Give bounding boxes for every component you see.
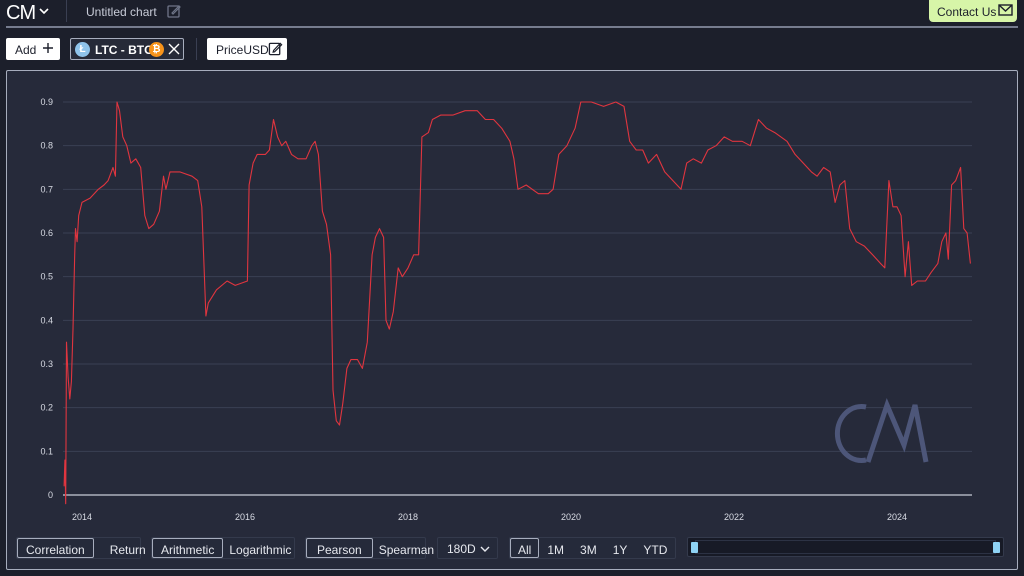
mode-return[interactable]: Return: [94, 538, 155, 558]
window-value: 180D: [447, 542, 476, 556]
y-tick-label: 0: [48, 490, 53, 500]
scale-toggle: Arithmetic Logarithmic: [151, 537, 295, 559]
y-tick-label: 0.7: [40, 184, 53, 194]
y-tick-label: 0.5: [40, 272, 53, 282]
method-pearson[interactable]: Pearson: [306, 538, 373, 558]
range-ytd[interactable]: YTD: [635, 538, 675, 558]
x-tick-label: 2024: [887, 512, 907, 522]
y-tick-label: 0.8: [40, 141, 53, 151]
y-tick-label: 0.6: [40, 228, 53, 238]
correlation-chart[interactable]: 0 0.1 0.2 0.3 0.4 0.5 0.6 0.7 0.8 0.9 2014 2016 201…: [0, 0, 1024, 576]
x-tick-label: 2014: [72, 512, 92, 522]
range-3m[interactable]: 3M: [572, 538, 605, 558]
y-tick-label: 0.9: [40, 97, 53, 107]
watermark-logo: [834, 397, 929, 463]
y-tick-label: 0.1: [40, 446, 53, 456]
x-tick-label: 2016: [235, 512, 255, 522]
range-handle-end[interactable]: [993, 542, 1000, 553]
x-tick-label: 2022: [724, 512, 744, 522]
y-tick-label: 0.3: [40, 359, 53, 369]
scale-arithmetic[interactable]: Arithmetic: [152, 538, 224, 558]
range-1y[interactable]: 1Y: [605, 538, 636, 558]
scale-logarithmic[interactable]: Logarithmic: [223, 538, 300, 558]
mode-toggle: Correlation Return: [16, 537, 146, 559]
range-handle-start[interactable]: [691, 542, 698, 553]
mode-correlation[interactable]: Correlation: [17, 538, 94, 558]
range-buttons: All 1M 3M 1Y YTD: [509, 537, 676, 559]
x-tick-label: 2018: [398, 512, 418, 522]
window-dropdown[interactable]: 180D: [437, 537, 498, 559]
y-tick-label: 0.4: [40, 315, 53, 325]
range-slider[interactable]: [687, 537, 1004, 557]
method-spearman[interactable]: Spearman: [373, 538, 443, 558]
range-all[interactable]: All: [510, 538, 540, 558]
chevron-down-icon: [480, 546, 490, 552]
method-toggle: Pearson Spearman: [305, 537, 434, 559]
range-track: [695, 540, 996, 554]
series-line[interactable]: [63, 101, 971, 505]
watermark-m: [865, 397, 929, 463]
range-1m[interactable]: 1M: [539, 538, 572, 558]
y-tick-label: 0.2: [40, 403, 53, 413]
x-tick-label: 2020: [561, 512, 581, 522]
watermark-c: [834, 404, 867, 463]
